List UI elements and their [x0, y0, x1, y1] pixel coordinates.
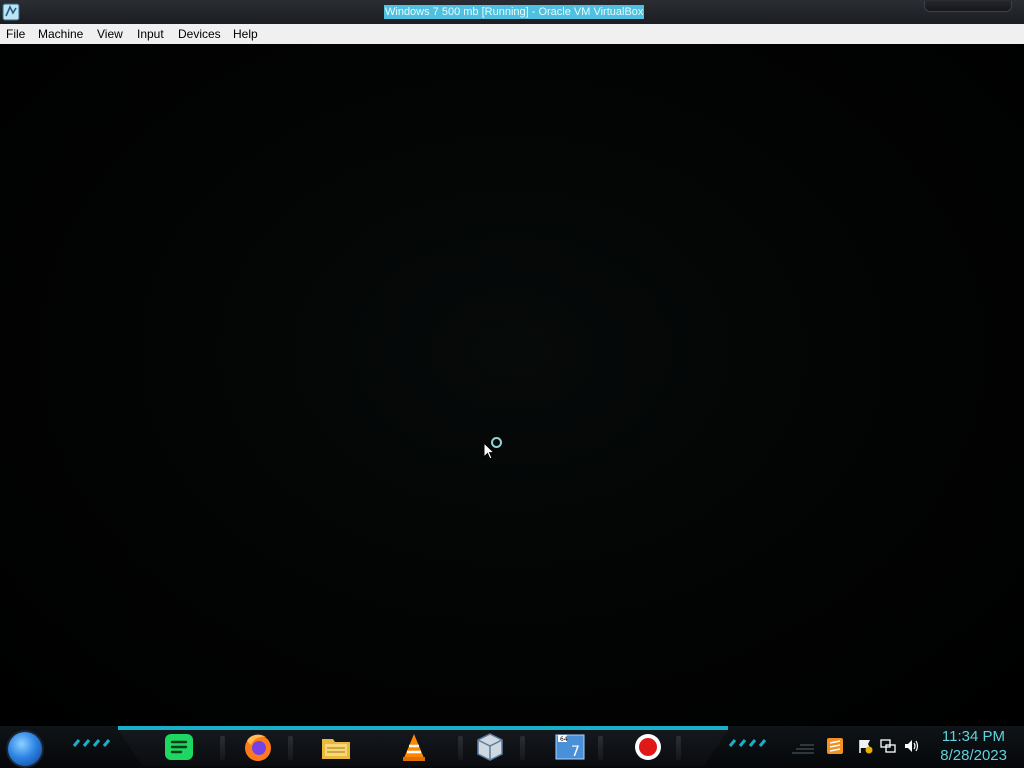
- action-center-flag-icon[interactable]: [857, 738, 873, 754]
- show-hidden-icons-icon[interactable]: [790, 741, 816, 755]
- sublime-icon[interactable]: [827, 738, 843, 754]
- screen-recorder-icon[interactable]: [632, 731, 664, 763]
- menu-devices[interactable]: Devices: [178, 27, 221, 41]
- taskbar-separator: [458, 736, 463, 760]
- menu-input[interactable]: Input: [137, 27, 164, 41]
- menu-view[interactable]: View: [97, 27, 123, 41]
- taskbar-separator: [598, 736, 603, 760]
- svg-text:64: 64: [560, 736, 568, 743]
- svg-text:7: 7: [571, 744, 580, 760]
- vm-display[interactable]: [0, 44, 1024, 726]
- virtualbox-icon[interactable]: [474, 731, 506, 763]
- network-icon[interactable]: [880, 738, 896, 754]
- spotify-icon[interactable]: [163, 731, 195, 763]
- menu-bar: File Machine View Input Devices Help: [0, 24, 1024, 44]
- taskbar-clock-time[interactable]: 11:34 PM: [942, 728, 1005, 745]
- window-title: Windows 7 500 mb [Running] - Oracle VM V…: [384, 5, 645, 19]
- window-title-bar: Windows 7 500 mb [Running] - Oracle VM V…: [0, 0, 1024, 25]
- taskbar-separator: [288, 736, 293, 760]
- menu-help[interactable]: Help: [233, 27, 258, 41]
- windows7-setup-icon[interactable]: 64 7: [554, 731, 586, 763]
- file-explorer-icon[interactable]: [320, 731, 352, 763]
- start-button[interactable]: [8, 732, 42, 766]
- firefox-icon[interactable]: [242, 731, 274, 763]
- volume-icon[interactable]: [904, 738, 920, 754]
- busy-spinner-icon: [491, 437, 502, 448]
- vlc-icon[interactable]: [398, 731, 430, 763]
- menu-machine[interactable]: Machine: [38, 27, 83, 41]
- virtualbox-app-icon[interactable]: [2, 3, 20, 21]
- taskbar-separator: [220, 736, 225, 760]
- taskbar-accent-band: [118, 726, 728, 730]
- window-controls[interactable]: [924, 1, 1012, 12]
- taskbar-separator: [520, 736, 525, 760]
- taskbar-clock-date[interactable]: 8/28/2023: [940, 747, 1007, 764]
- taskbar-separator: [676, 736, 681, 760]
- menu-file[interactable]: File: [6, 27, 25, 41]
- chevron-decoration-icon: [728, 739, 767, 747]
- chevron-decoration-icon: [72, 739, 111, 747]
